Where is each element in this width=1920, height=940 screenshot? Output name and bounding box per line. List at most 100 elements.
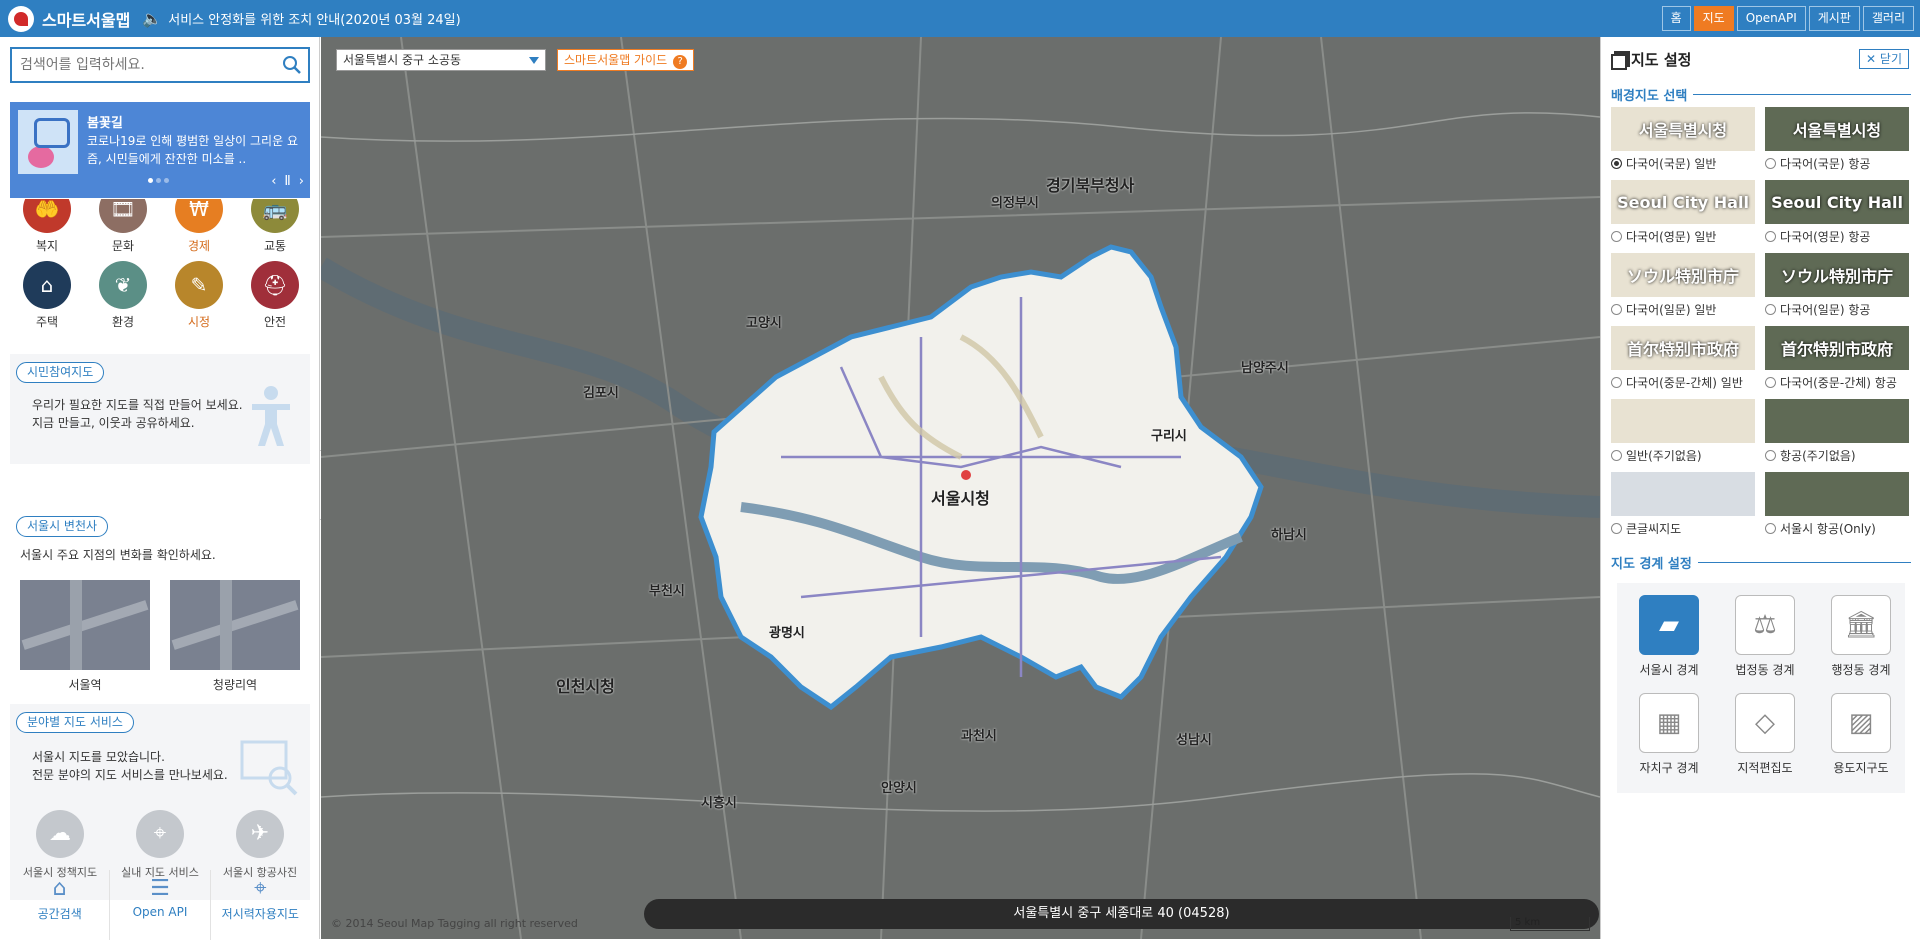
- radio-button[interactable]: [1765, 523, 1776, 534]
- basemap-option-6[interactable]: 首尔特别市政府 다국어(중문-간체) 일반: [1611, 326, 1759, 391]
- basemap-option-2[interactable]: Seoul City Hall 다국어(영문) 일반: [1611, 180, 1759, 245]
- basemap-thumbnail: Seoul City Hall: [1765, 180, 1909, 224]
- field-service-button[interactable]: 분야별 지도 서비스: [16, 712, 134, 733]
- app-logo[interactable]: 스마트서울맵: [8, 5, 130, 32]
- basemap-thumbnail: ソウル特別市庁: [1765, 253, 1909, 297]
- citizen-map-line1: 우리가 필요한 지도를 직접 만들어 보세요.: [32, 398, 243, 412]
- history-card-seoul-station[interactable]: 서울역: [20, 580, 150, 693]
- radio-button[interactable]: [1765, 158, 1776, 169]
- radio-button[interactable]: [1611, 231, 1622, 242]
- category-label: 문화: [111, 239, 135, 253]
- basemap-option-11[interactable]: 서울시 항공(Only): [1765, 472, 1913, 537]
- boundary-option-3[interactable]: ▦ 자치구 경계: [1627, 693, 1711, 776]
- category-5-icon: ❦: [99, 261, 147, 309]
- map-label-seoul-cityhall: 서울시청: [931, 489, 990, 508]
- basemap-thumbnail: 서울특별시청: [1611, 107, 1755, 151]
- close-label: 닫기: [1879, 52, 1902, 66]
- history-card-cheongnyangni[interactable]: 청량리역: [170, 580, 300, 693]
- map-label-gwangmyeong: 광명시: [769, 626, 805, 641]
- map-label-gwacheon: 과천시: [961, 729, 997, 744]
- banner-pause-icon[interactable]: Ⅱ: [284, 174, 290, 189]
- category-2[interactable]: ₩ 경제: [164, 199, 234, 254]
- radio-button[interactable]: [1611, 304, 1622, 315]
- citizen-map-button[interactable]: 시민참여지도: [16, 362, 105, 383]
- nav-4-button[interactable]: 갤러리: [1862, 6, 1914, 31]
- map-label-uijeongbu: 의정부시: [991, 196, 1039, 211]
- nav-0-button[interactable]: 홈: [1661, 6, 1691, 31]
- basemap-label: 다국어(일문) 일반: [1626, 303, 1717, 317]
- category-3-icon: 🚌: [251, 199, 299, 233]
- basemap-option-5[interactable]: ソウル特別市庁 다국어(일문) 항공: [1765, 253, 1913, 318]
- radio-button[interactable]: [1611, 377, 1622, 388]
- nav-2-button[interactable]: OpenAPI: [1736, 6, 1806, 31]
- category-6[interactable]: ✎ 시정: [164, 261, 234, 330]
- boundary-option-2[interactable]: 🏛 행정동 경계: [1819, 595, 1903, 678]
- basemap-thumbnail: [1765, 472, 1909, 516]
- basemap-option-7[interactable]: 首尔特别市政府 다국어(중문-간체) 항공: [1765, 326, 1913, 391]
- promo-banner[interactable]: 봄꽃길 코로나19로 인해 평범한 일상이 그리운 요즘, 시민들에게 잔잔한 …: [10, 102, 310, 198]
- basemap-label: 다국어(국문) 일반: [1626, 157, 1717, 171]
- boundary-label: 자치구 경계: [1639, 761, 1699, 775]
- low-vision-map-link[interactable]: ⌖ 저시력자용지도: [211, 870, 310, 940]
- history-button[interactable]: 서울시 변천사: [16, 516, 109, 537]
- boundary-section-title: 지도 경계 설정: [1611, 553, 1911, 572]
- radio-button[interactable]: [1765, 450, 1776, 461]
- boundary-2-icon: 🏛: [1831, 595, 1891, 655]
- search-icon[interactable]: [282, 55, 302, 75]
- basemap-label: 큰글씨지도: [1626, 522, 1682, 536]
- guide-label: 스마트서울맵 가이드: [564, 53, 668, 67]
- guide-button[interactable]: 스마트서울맵 가이드?: [557, 49, 695, 71]
- radio-button[interactable]: [1765, 231, 1776, 242]
- nav-3-button[interactable]: 게시판: [1808, 6, 1860, 31]
- banner-prev-icon[interactable]: ‹: [271, 174, 276, 189]
- basemap-option-10[interactable]: 큰글씨지도: [1611, 472, 1759, 537]
- category-7[interactable]: ⛑ 안전: [240, 261, 310, 330]
- basemap-label: 다국어(중문-간체) 항공: [1780, 376, 1897, 390]
- search-input[interactable]: [12, 49, 267, 81]
- category-3[interactable]: 🚌 교통: [240, 199, 310, 254]
- map-view[interactable]: 서울시청 경기북부청사 인천시청 김포시 고양시 구리시 하남시 과천시 안양시…: [321, 37, 1600, 939]
- radio-button[interactable]: [1611, 450, 1622, 461]
- basemap-thumbnail: 首尔特别市政府: [1611, 326, 1755, 370]
- radio-button[interactable]: [1765, 304, 1776, 315]
- radio-button[interactable]: [1765, 377, 1776, 388]
- map-label-gimpo: 김포시: [583, 386, 619, 401]
- map-label-bucheon: 부천시: [649, 584, 685, 599]
- basemap-label: 다국어(일문) 항공: [1780, 303, 1871, 317]
- basemap-option-9[interactable]: 항공(주기없음): [1765, 399, 1913, 464]
- address-select[interactable]: 서울특별시 중구 소공동: [336, 49, 546, 71]
- basemap-option-0[interactable]: 서울특별시청다국어(국문) 일반: [1611, 107, 1759, 172]
- openapi-link[interactable]: ☰ Open API: [110, 870, 211, 940]
- nav-1-button[interactable]: 지도: [1693, 6, 1734, 31]
- banner-thumbnail: [18, 110, 78, 174]
- basemap-option-1[interactable]: 서울특별시청 다국어(국문) 항공: [1765, 107, 1913, 172]
- basemap-thumbnail: [1611, 472, 1755, 516]
- current-address-bar: 서울특별시 중구 세종대로 40 (04528): [644, 899, 1599, 929]
- category-1[interactable]: 🎞 문화: [88, 199, 158, 254]
- radio-button[interactable]: [1611, 158, 1622, 169]
- category-label: 주택: [35, 315, 59, 329]
- category-5[interactable]: ❦ 환경: [88, 261, 158, 330]
- boundary-label: 행정동 경계: [1831, 663, 1891, 677]
- map-label-anyang: 안양시: [881, 781, 917, 796]
- radio-button[interactable]: [1611, 523, 1622, 534]
- spatial-search-link[interactable]: ⌂ 공간검색: [10, 870, 111, 940]
- category-0[interactable]: 🤲 복지: [12, 199, 82, 254]
- boundary-option-4[interactable]: ◇ 지적편집도: [1723, 693, 1807, 776]
- boundary-option-1[interactable]: ⚖ 법정동 경계: [1723, 595, 1807, 678]
- close-button[interactable]: ✕ 닫기: [1859, 49, 1909, 69]
- basemap-section-title: 배경지도 선택: [1611, 85, 1911, 104]
- category-label: 교통: [263, 239, 287, 253]
- basemap-option-3[interactable]: Seoul City Hall 다국어(영문) 항공: [1765, 180, 1913, 245]
- boundary-option-0[interactable]: ▰ 서울시 경계: [1627, 595, 1711, 678]
- category-4[interactable]: ⌂ 주택: [12, 261, 82, 330]
- banner-next-icon[interactable]: ›: [299, 174, 304, 189]
- field-service-line1: 서울시 지도를 모았습니다.: [32, 750, 165, 764]
- category-label: 복지: [35, 239, 59, 253]
- notice[interactable]: 🔈 서비스 안정화를 위한 조치 안내(2020년 03월 24일): [142, 9, 460, 28]
- basemap-option-8[interactable]: 일반(주기없음): [1611, 399, 1759, 464]
- boundary-option-5[interactable]: ▨ 용도지구도: [1819, 693, 1903, 776]
- map-label-siheung: 시흥시: [701, 796, 737, 811]
- basemap-option-4[interactable]: ソウル特別市庁 다국어(일문) 일반: [1611, 253, 1759, 318]
- settings-header: 지도 설정 ✕ 닫기: [1611, 49, 1911, 73]
